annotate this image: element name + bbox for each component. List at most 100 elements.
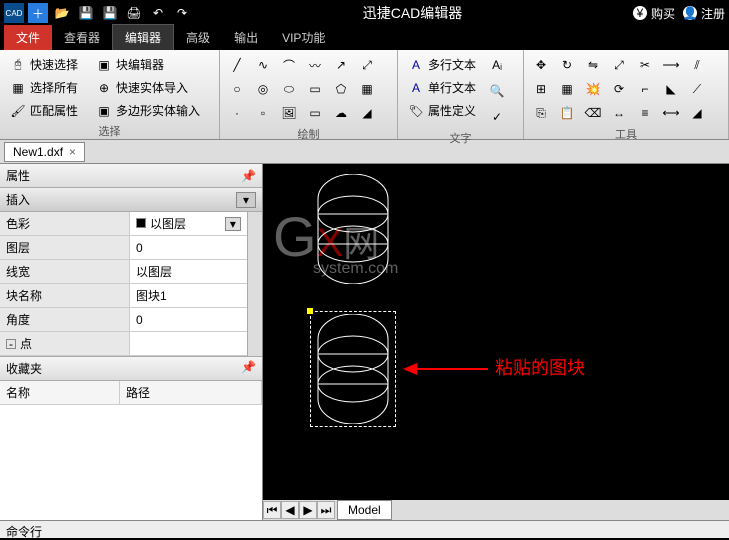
expand2-icon[interactable]: ◢: [686, 102, 708, 124]
quick-entity-import-button[interactable]: ⊕快速实体导入: [92, 77, 204, 98]
properties-title: 属性: [6, 167, 30, 184]
tab-advanced[interactable]: 高级: [174, 25, 222, 50]
line-icon[interactable]: ╱: [226, 54, 248, 76]
save-icon[interactable]: 💾: [76, 3, 96, 23]
scrollbar[interactable]: [247, 212, 262, 356]
prop-val-blockname[interactable]: 图块1: [130, 284, 247, 307]
brush-icon: 🖌: [10, 103, 26, 119]
image-icon[interactable]: 🖼: [278, 102, 300, 124]
paste-icon[interactable]: 📋: [556, 102, 578, 124]
prop-val-angle[interactable]: 0: [130, 308, 247, 331]
nav-first-icon[interactable]: ⏮: [263, 501, 281, 519]
break-icon[interactable]: ⟋: [686, 78, 708, 100]
array-icon[interactable]: ⊞: [530, 78, 552, 100]
open-icon[interactable]: 📂: [52, 3, 72, 23]
left-panel: 属性 📌 插入 ▾ 色彩 以图层 ▾ 图层 0: [0, 164, 263, 520]
app-icon[interactable]: CAD: [4, 3, 24, 23]
buy-button[interactable]: ¥购买: [633, 5, 675, 22]
group-label-draw: 绘制: [226, 124, 391, 142]
model-tab[interactable]: Model: [337, 500, 392, 520]
rotate-icon[interactable]: ↻: [556, 54, 578, 76]
region-icon[interactable]: ▭: [304, 102, 326, 124]
polygon-entity-input-button[interactable]: ▣多边形实体输入: [92, 100, 204, 121]
extend-icon[interactable]: ⟶: [660, 54, 682, 76]
fav-col-name[interactable]: 名称: [0, 381, 120, 404]
properties-category[interactable]: 插入 ▾: [0, 188, 262, 212]
polyline-icon[interactable]: ∿: [252, 54, 274, 76]
tab-file[interactable]: 文件: [4, 25, 52, 50]
chamfer-icon[interactable]: ◣: [660, 78, 682, 100]
stext-button[interactable]: A单行文本: [404, 77, 480, 98]
prop-row-angle: 角度 0: [0, 308, 247, 332]
nav-prev-icon[interactable]: ◀: [281, 501, 299, 519]
model-nav: ⏮ ◀ ▶ ⏭: [263, 501, 335, 519]
copy-icon[interactable]: ⎘: [530, 102, 552, 124]
stretch-icon[interactable]: ↔: [608, 102, 630, 124]
lengthen-icon[interactable]: ⟷: [660, 102, 682, 124]
tab-vip[interactable]: VIP功能: [270, 25, 337, 50]
mirror-icon[interactable]: ⇋: [582, 54, 604, 76]
expand-icon[interactable]: ◢: [356, 102, 378, 124]
join-icon[interactable]: ⟳: [608, 78, 630, 100]
mtext-button[interactable]: A多行文本: [404, 54, 480, 75]
move-icon[interactable]: ✥: [530, 54, 552, 76]
arc-icon[interactable]: ⌒: [278, 54, 300, 76]
ray-icon[interactable]: ↗: [330, 54, 352, 76]
ellipse-icon[interactable]: ⬭: [278, 78, 300, 100]
block-editor-button[interactable]: ▣块编辑器: [92, 54, 204, 75]
chevron-down-icon[interactable]: ▾: [225, 217, 241, 231]
spell-icon[interactable]: ✓: [486, 106, 508, 128]
select-all-button[interactable]: ▦选择所有: [6, 77, 82, 98]
fillet-icon[interactable]: ⌐: [634, 78, 656, 100]
redo-icon[interactable]: ↷: [172, 3, 192, 23]
find-icon[interactable]: 🔍: [486, 80, 508, 102]
offset-icon[interactable]: ⫽: [686, 54, 708, 76]
prop-row-point: -点: [0, 332, 247, 356]
close-icon[interactable]: ×: [69, 145, 76, 159]
selection-handle[interactable]: [307, 308, 313, 314]
quick-select-button[interactable]: 🖰快速选择: [6, 54, 82, 75]
hatch-icon[interactable]: ▦: [356, 78, 378, 100]
prop-val-color[interactable]: 以图层 ▾: [130, 212, 247, 235]
match-props-button[interactable]: 🖌匹配属性: [6, 100, 82, 121]
prop-val-point[interactable]: [130, 332, 247, 355]
circle2-icon[interactable]: ◎: [252, 78, 274, 100]
scale-icon[interactable]: ⤢: [608, 54, 630, 76]
new-icon[interactable]: ＋: [28, 3, 48, 23]
trim-icon[interactable]: ✂: [634, 54, 656, 76]
nav-next-icon[interactable]: ▶: [299, 501, 317, 519]
rect-icon[interactable]: ▭: [304, 78, 326, 100]
explode-icon[interactable]: 💥: [582, 78, 604, 100]
nav-last-icon[interactable]: ⏭: [317, 501, 335, 519]
array2-icon[interactable]: ▦: [556, 78, 578, 100]
insert-icon[interactable]: ▫: [252, 102, 274, 124]
prop-val-linewidth[interactable]: 以图层: [130, 260, 247, 283]
print-icon[interactable]: 🖨: [124, 3, 144, 23]
titlebar-right: ¥购买 👤注册: [633, 5, 725, 22]
undo-icon[interactable]: ↶: [148, 3, 168, 23]
pin-icon[interactable]: 📌: [241, 360, 256, 377]
tab-viewer[interactable]: 查看器: [52, 25, 112, 50]
xline-icon[interactable]: ⤢: [356, 54, 378, 76]
align-icon[interactable]: ≡: [634, 102, 656, 124]
file-tab[interactable]: New1.dxf ×: [4, 142, 85, 162]
cloud-icon[interactable]: ☁: [330, 102, 352, 124]
point-icon[interactable]: ·: [226, 102, 248, 124]
pin-icon[interactable]: 📌: [241, 169, 256, 183]
saveas-icon[interactable]: 💾: [100, 3, 120, 23]
prop-val-layer[interactable]: 0: [130, 236, 247, 259]
drawing-canvas[interactable]: GX网 system.com: [263, 164, 729, 500]
erase-icon[interactable]: ⌫: [582, 102, 604, 124]
tab-output[interactable]: 输出: [222, 25, 270, 50]
fav-col-path[interactable]: 路径: [120, 381, 262, 404]
textstyle-icon[interactable]: Aᵢ: [486, 54, 508, 76]
register-button[interactable]: 👤注册: [683, 5, 725, 22]
circle-icon[interactable]: ○: [226, 78, 248, 100]
spline-icon[interactable]: 〰: [304, 54, 326, 76]
prop-row-color: 色彩 以图层 ▾: [0, 212, 247, 236]
tab-editor[interactable]: 编辑器: [112, 24, 174, 50]
chevron-down-icon[interactable]: ▾: [236, 192, 256, 208]
command-line[interactable]: 命令行: [0, 520, 729, 538]
polygon2-icon[interactable]: ⬠: [330, 78, 352, 100]
attdef-button[interactable]: 🏷属性定义: [404, 100, 480, 121]
